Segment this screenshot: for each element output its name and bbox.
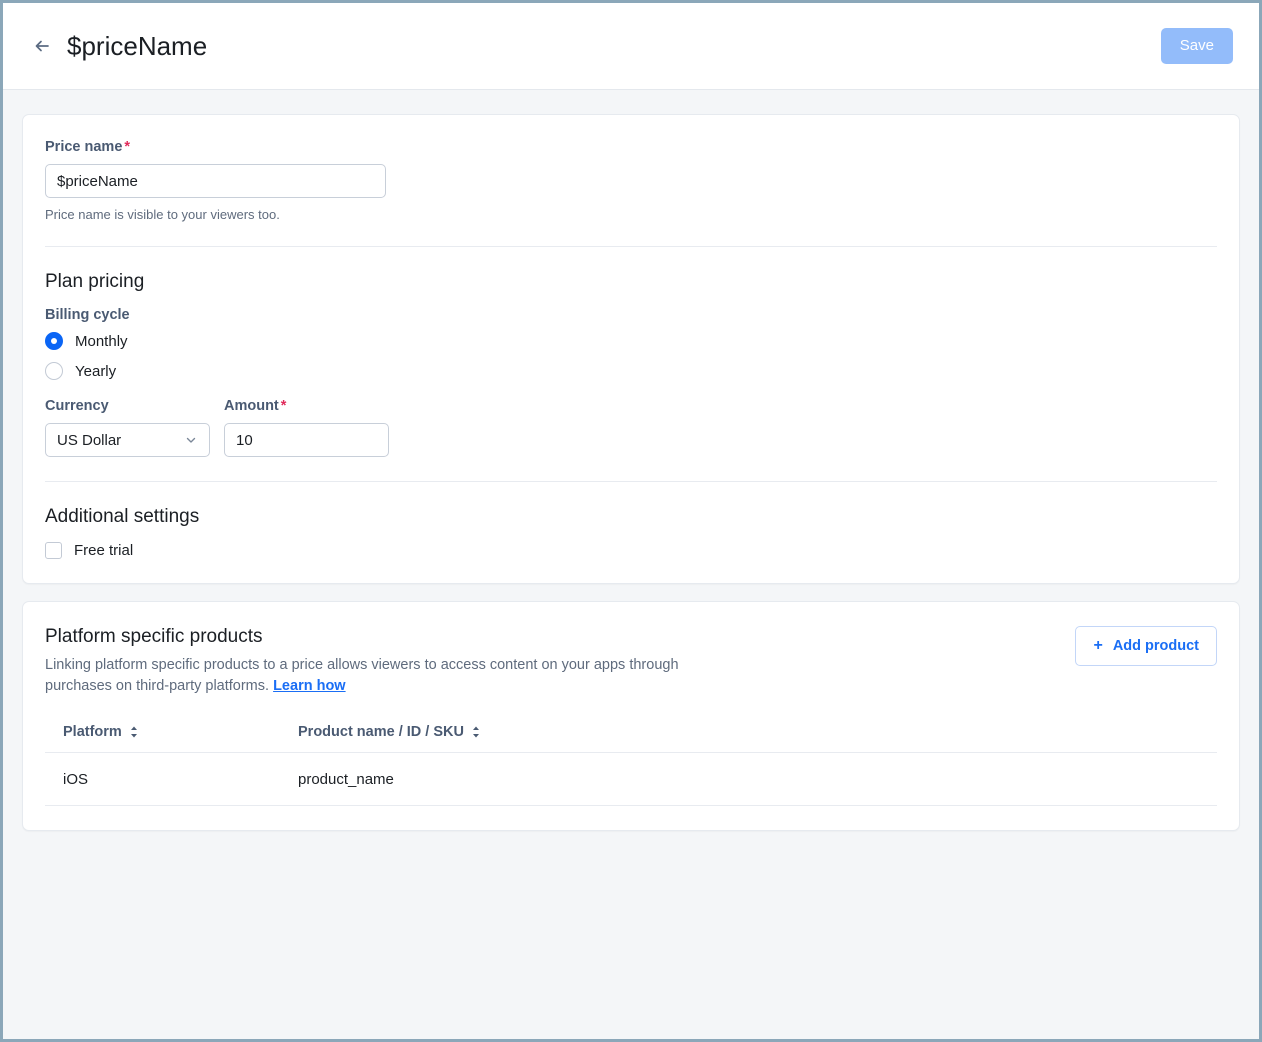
column-header-product[interactable]: Product name / ID / SKU: [298, 724, 1217, 754]
page-title: $priceName: [67, 30, 208, 61]
table-row[interactable]: iOS product_name: [45, 752, 1217, 807]
amount-field-group: Amount *: [224, 398, 389, 457]
radio-yearly-indicator[interactable]: [45, 362, 63, 380]
plan-pricing-title: Plan pricing: [45, 271, 145, 292]
amount-required-asterisk: *: [280, 398, 287, 414]
platform-products-description: Linking platform specific products to a …: [45, 655, 695, 697]
platform-products-card: Platform specific products Linking platf…: [22, 601, 1240, 832]
divider-after-plan-pricing: [45, 481, 1217, 482]
radio-monthly-label: Monthly: [75, 332, 128, 350]
pricing-form-card: Price name* Price name is visible to you…: [22, 114, 1240, 584]
radio-yearly-label: Yearly: [75, 362, 117, 380]
price-name-helper-text: Price name is visible to your viewers to…: [45, 207, 280, 222]
platform-description-line-1: Linking platform specific products to a …: [45, 657, 626, 673]
save-button[interactable]: Save: [1160, 28, 1233, 64]
cell-product-name: product_name: [298, 752, 1217, 807]
add-product-button-label: Add product: [1112, 638, 1199, 654]
table-body: iOS product_name: [45, 752, 1217, 807]
sort-updown-icon[interactable]: [471, 725, 481, 739]
currency-select[interactable]: US Dollar: [45, 423, 210, 457]
free-trial-option[interactable]: Free trial: [45, 542, 1217, 559]
learn-how-link[interactable]: Learn how: [273, 678, 346, 694]
back-arrow-icon[interactable]: [25, 29, 59, 63]
platform-products-heading-block: Platform specific products Linking platf…: [45, 626, 695, 697]
currency-label: Currency: [45, 398, 109, 414]
price-name-label-text: Price name: [45, 139, 123, 155]
platform-products-title: Platform specific products: [45, 626, 263, 647]
radio-option-yearly[interactable]: Yearly: [45, 362, 1217, 380]
billing-cycle-label: Billing cycle: [45, 307, 130, 323]
currency-selected-value: US Dollar: [57, 431, 122, 449]
amount-label: Amount *: [224, 398, 389, 414]
page-body: Price name* Price name is visible to you…: [3, 90, 1259, 1039]
radio-option-monthly[interactable]: Monthly: [45, 332, 1217, 350]
platform-products-header: Platform specific products Linking platf…: [45, 626, 1217, 697]
amount-label-text: Amount: [224, 398, 279, 414]
column-header-platform[interactable]: Platform: [45, 724, 298, 754]
required-asterisk: *: [124, 139, 131, 155]
price-name-label: Price name *: [45, 139, 1217, 155]
cell-platform: iOS: [45, 752, 298, 807]
currency-field-group: Currency US Dollar: [45, 398, 210, 457]
column-header-platform-label: Platform: [63, 724, 122, 741]
amount-input[interactable]: [224, 423, 389, 457]
sort-updown-icon[interactable]: [129, 725, 139, 739]
price-name-input[interactable]: [45, 164, 386, 198]
additional-settings-title: Additional settings: [45, 506, 200, 527]
price-name-field-group: Price name* Price name is visible to you…: [45, 139, 1217, 222]
free-trial-checkbox[interactable]: [45, 542, 62, 559]
plan-pricing-section: Plan pricing Billing cycle Monthly Yearl…: [45, 271, 1217, 457]
plus-icon: +: [1093, 637, 1103, 654]
add-product-button[interactable]: + Add product: [1075, 626, 1217, 666]
page-header: $priceName Save: [3, 3, 1259, 90]
chevron-down-icon: [184, 433, 198, 447]
radio-monthly-indicator[interactable]: [45, 332, 63, 350]
app-window: $priceName Save Price name* Price name i…: [0, 0, 1262, 1042]
additional-settings-section: Additional settings Free trial: [45, 506, 1217, 559]
currency-select-wrapper: US Dollar: [45, 423, 210, 457]
column-header-product-label: Product name / ID / SKU: [298, 724, 464, 741]
divider-after-price-name: [45, 246, 1217, 247]
free-trial-label: Free trial: [74, 542, 134, 559]
currency-amount-row: Currency US Dollar Amount * 10: [45, 398, 1217, 457]
platform-products-table: Platform Product name / ID / SKU iOS pro…: [45, 724, 1217, 807]
table-header-row: Platform Product name / ID / SKU: [45, 724, 1217, 754]
table-head: Platform Product name / ID / SKU: [45, 724, 1217, 754]
